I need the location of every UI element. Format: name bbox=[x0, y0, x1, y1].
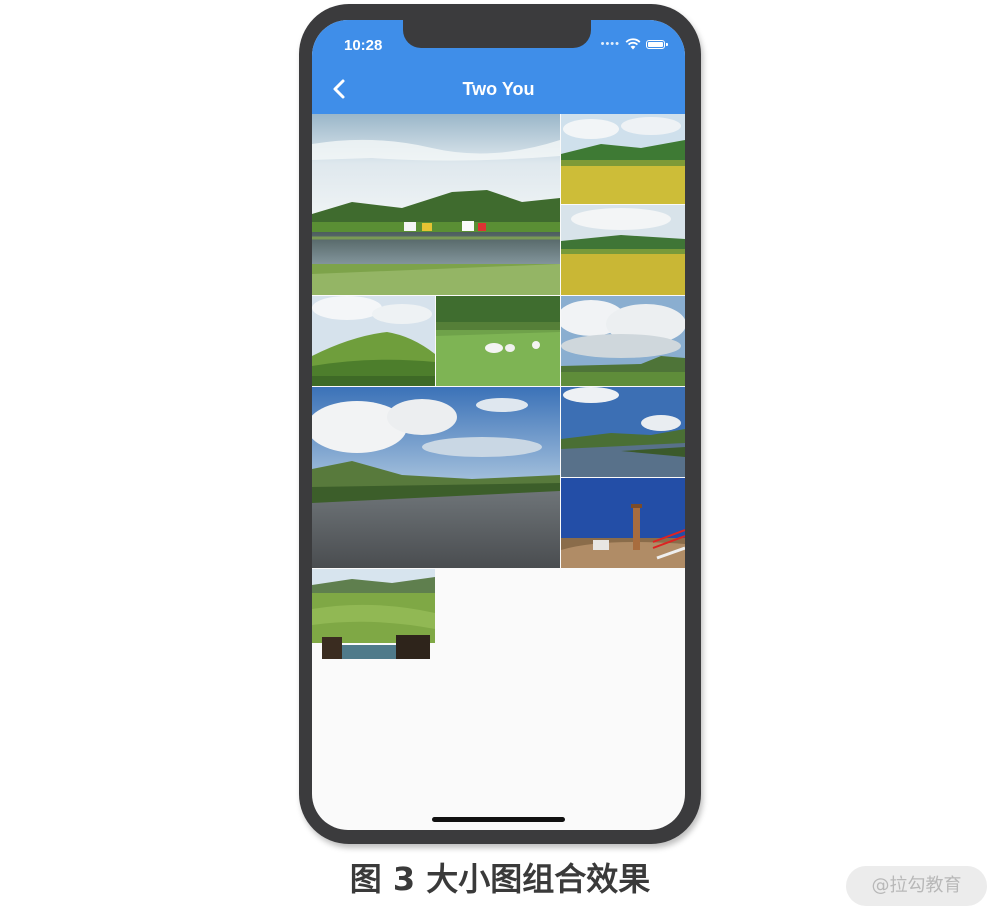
canola-field-photo-2[interactable] bbox=[561, 205, 685, 295]
monument-photo[interactable] bbox=[561, 478, 685, 568]
page-title: Two You bbox=[462, 79, 535, 99]
status-time: 10:28 bbox=[344, 37, 383, 54]
watermark: @拉勾教育 bbox=[846, 866, 987, 906]
battery-icon bbox=[646, 39, 668, 49]
white-sheep-photo[interactable] bbox=[436, 296, 560, 386]
phone-notch bbox=[403, 20, 591, 48]
river-clouds-photo[interactable] bbox=[312, 387, 560, 568]
green-hill-photo[interactable] bbox=[312, 296, 435, 386]
home-indicator[interactable] bbox=[432, 817, 565, 822]
cloudy-plain-photo[interactable] bbox=[561, 296, 685, 386]
wifi-icon bbox=[625, 38, 641, 50]
status-icons: •••• bbox=[600, 37, 668, 51]
lake-yurts-photo[interactable] bbox=[312, 114, 560, 295]
phone-screen: 10:28 •••• Two You bbox=[312, 20, 685, 830]
signal-dots-icon: •••• bbox=[600, 38, 620, 50]
canola-field-photo-1[interactable] bbox=[561, 114, 685, 204]
valley-view-photo[interactable] bbox=[312, 569, 435, 659]
phone-frame: 10:28 •••• Two You bbox=[299, 4, 701, 844]
river-blue-sky-photo[interactable] bbox=[561, 387, 685, 477]
